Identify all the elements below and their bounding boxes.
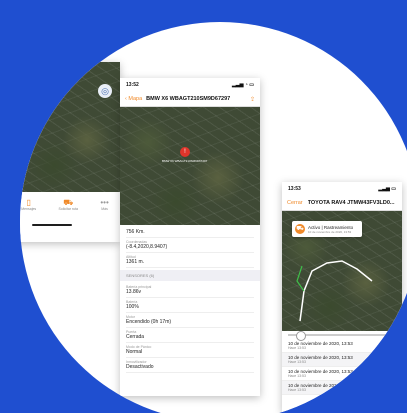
tab-more[interactable]: ••• Más <box>100 198 108 211</box>
slider-handle[interactable] <box>296 331 306 341</box>
history-item[interactable]: 10 de noviembre de 2020, 13:53 Hace 13:5… <box>282 353 402 367</box>
route-map[interactable]: ⛟ Activo | Rastreamiento 10 de noviembre… <box>282 211 402 331</box>
more-icon: ••• <box>100 198 109 207</box>
history-item[interactable]: 10 de noviembre de 2020, 13:53 Hace 13:5… <box>282 381 402 395</box>
pin-label: BMW X6 WBAGT210SM9D67297 <box>162 159 208 163</box>
tab-bar: ▯ Mensajes ⛟ Solicitar ruta ••• Más <box>20 194 120 224</box>
signal-icon: ▂▃▅ ◔ ▭ <box>231 82 254 88</box>
sensor-row: Motor Encendido (0h 17m) <box>126 313 254 328</box>
history-sub: Hace 13:53 <box>288 346 306 350</box>
share-icon[interactable]: ⇪ <box>250 96 255 103</box>
history-slider[interactable] <box>282 331 402 341</box>
car-icon: ⛟ <box>295 224 305 234</box>
slider-track[interactable] <box>288 331 396 341</box>
locate-icon[interactable]: ◎ <box>98 84 112 98</box>
status-time: 13:52 <box>126 82 139 88</box>
satellite-map[interactable] <box>20 62 120 192</box>
history-sub: Hace 13:53 <box>288 374 306 378</box>
white-circle-backdrop: ◎ ▯ Mensajes ⛟ Solicitar ruta ••• Más 13… <box>20 22 407 413</box>
sensor-row: Batería 100% <box>126 298 254 313</box>
detail-row: Altitud 1361 m. <box>126 253 254 268</box>
vehicle-details: 756 Km. Coordenadas (-8.4,2020,8.9407) A… <box>120 225 260 375</box>
tab-label: Más <box>101 207 108 211</box>
sensor-value: Normal <box>126 349 143 355</box>
phone-icon: ▯ <box>26 198 31 207</box>
popup-title: Activo | Rastreamiento <box>308 224 354 230</box>
middle-phone-screen: 13:52 ▂▃▅ ◔ ▭ ‹ Mapa BMW X6 WBAGT210SM9D… <box>120 78 260 396</box>
popup-subtitle: 10 de noviembre de 2020, 13:53 <box>308 229 352 234</box>
status-time: 13:53 <box>288 186 301 192</box>
nav-bar: Cerrar TOYOTA RAV4 JTMW43FV3LD0... <box>282 196 402 211</box>
page-title: TOYOTA RAV4 JTMW43FV3LD0... <box>307 200 395 206</box>
sensor-value: Desactivado <box>126 364 154 370</box>
right-phone-screen: 13:53 ▂▃▅ ▭ Cerrar TOYOTA RAV4 JTMW43FV3… <box>282 182 402 412</box>
sensor-row: Inmovilizador Desactivado <box>126 358 254 373</box>
back-label: Mapa <box>128 96 143 102</box>
history-item[interactable]: 10 de noviembre de 2020, 13:53 Hace 13:5… <box>282 367 402 381</box>
back-button[interactable]: ‹ Mapa <box>125 96 142 102</box>
history-item[interactable]: 10 de noviembre de 2020, 13:53 Hace 13:5… <box>282 339 402 353</box>
sensor-row: Modo de Pánico Normal <box>126 343 254 358</box>
tab-messages[interactable]: ▯ Mensajes <box>21 198 36 211</box>
status-bar: 13:53 ▂▃▅ ▭ <box>282 182 402 196</box>
vehicle-pin-icon[interactable]: ! <box>180 147 190 157</box>
tab-label: Solicitar ruta <box>58 207 78 211</box>
signal-icon: ▂▃▅ ▭ <box>378 186 396 192</box>
status-bar: 13:52 ▂▃▅ ◔ ▭ <box>120 78 260 92</box>
left-phone-screen: ◎ ▯ Mensajes ⛟ Solicitar ruta ••• Más <box>20 62 120 242</box>
page-title: BMW X6 WBAGT210SM9D67297 <box>146 96 231 102</box>
sensor-row: Batería principal 13.86v <box>126 283 254 298</box>
history-sub: Hace 13:53 <box>288 360 306 364</box>
home-indicator <box>32 224 72 226</box>
sensors-section-header: SENSORES (6) <box>120 270 260 281</box>
close-button[interactable]: Cerrar <box>287 200 303 206</box>
truck-icon: ⛟ <box>63 198 74 207</box>
detail-row: Coordenadas (-8.4,2020,8.9407) <box>126 238 254 253</box>
detail-value: 1361 m. <box>126 259 145 265</box>
sensor-value: 100% <box>126 304 139 310</box>
promo-stage: ◎ ▯ Mensajes ⛟ Solicitar ruta ••• Más 13… <box>0 0 407 413</box>
tab-label: Mensajes <box>21 207 37 211</box>
satellite-map[interactable]: ! BMW X6 WBAGT210SM9D67297 <box>120 107 260 225</box>
detail-row: 756 Km. <box>126 227 254 238</box>
sensor-row: Puerta Cerrada <box>126 328 254 343</box>
detail-value: 756 Km. <box>126 229 145 235</box>
tracking-popup[interactable]: ⛟ Activo | Rastreamiento 10 de noviembre… <box>292 221 362 237</box>
nav-bar: ‹ Mapa BMW X6 WBAGT210SM9D67297 ⇪ <box>120 92 260 107</box>
sensor-value: Encendido (0h 17m) <box>126 319 172 325</box>
sensor-value: 13.86v <box>126 289 142 295</box>
tab-request-route[interactable]: ⛟ Solicitar ruta <box>59 198 78 211</box>
sensor-value: Cerrada <box>126 334 145 340</box>
history-sub: Hace 13:53 <box>288 388 306 392</box>
detail-value: (-8.4,2020,8.9407) <box>126 244 168 250</box>
